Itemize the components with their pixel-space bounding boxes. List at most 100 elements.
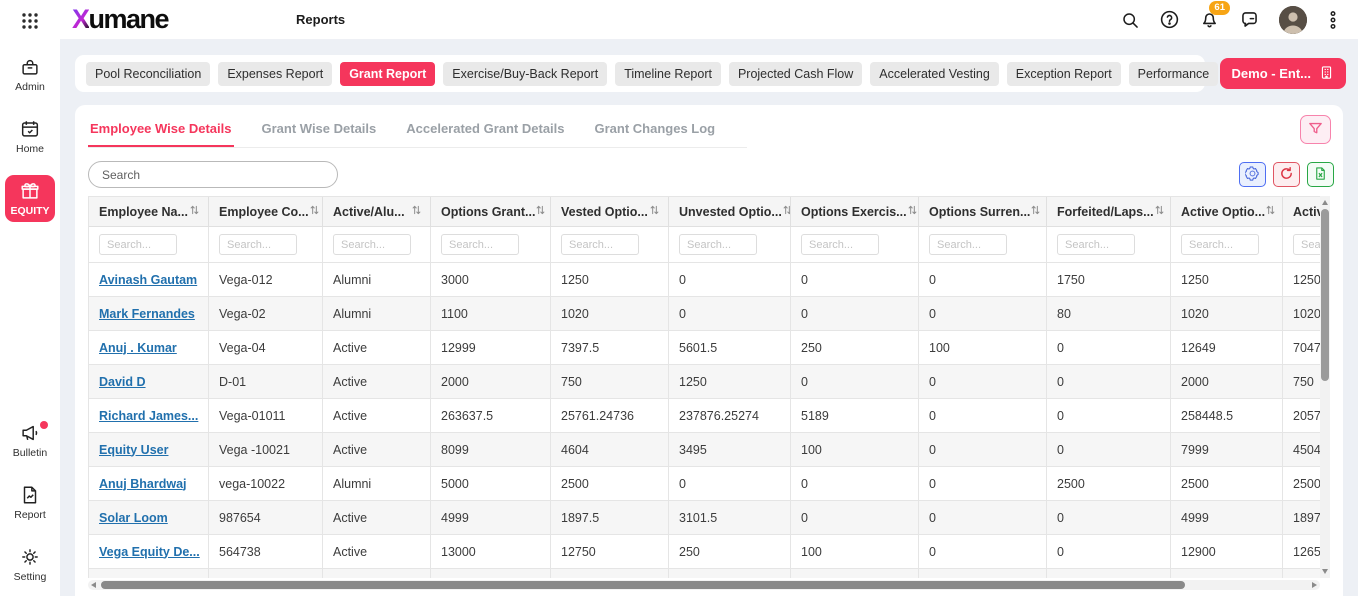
column-header[interactable]: Options Grant... [431,197,551,227]
vertical-scrollbar[interactable] [1320,196,1330,578]
sidebar-item-home[interactable]: Home [5,113,55,160]
column-search-input[interactable] [1293,234,1320,255]
table-cell: 1020 [1283,297,1320,331]
entity-selector-button[interactable]: Demo - Ent... [1220,58,1346,89]
employee-name-link[interactable]: Anuj Bhardwaj [99,477,187,491]
table-search-input[interactable] [88,161,338,188]
app-logo[interactable]: Xumane [72,4,168,35]
column-header[interactable]: Forfeited/Laps... [1047,197,1171,227]
column-search-input[interactable] [929,234,1007,255]
column-search-input[interactable] [219,234,297,255]
more-options-kebab-icon[interactable] [1326,9,1340,31]
sidebar-item-admin[interactable]: Admin [5,51,55,98]
column-search-input[interactable] [561,234,639,255]
export-excel-button[interactable] [1307,162,1334,187]
sidebar-item-setting[interactable]: Setting [5,541,55,588]
top-header: Xumane Reports 61 [60,0,1358,40]
column-header[interactable]: Options Surren... [919,197,1047,227]
column-header[interactable]: Employee Na... [89,197,209,227]
column-search-input[interactable] [99,234,177,255]
column-header[interactable]: Vested Optio... [551,197,669,227]
employee-name-link[interactable]: Solar Loom [99,511,168,525]
column-settings-button[interactable] [1239,162,1266,187]
sub-tab[interactable]: Grant Changes Log [593,119,718,147]
sidebar-item-bulletin[interactable]: Bulletin [5,417,55,464]
sidebar-item-report[interactable]: Report [5,479,55,526]
employee-name-link[interactable]: Equity User [99,443,168,457]
employee-name-link[interactable]: David D [99,375,146,389]
sort-icon[interactable] [1154,204,1165,219]
sort-icon[interactable] [907,204,918,219]
sort-icon[interactable] [1265,204,1276,219]
report-tab-chip[interactable]: Grant Report [340,62,435,86]
employee-name-link[interactable]: Avinash Gautam [99,273,197,287]
report-tab-chip[interactable]: Projected Cash Flow [729,62,862,86]
table-cell: Active [323,433,431,467]
filter-button[interactable] [1300,115,1331,144]
report-tab-chip[interactable]: Accelerated Vesting [870,62,999,86]
table-cell: 934 [209,569,323,578]
report-tab-chip[interactable]: Exception Report [1007,62,1121,86]
scroll-down-arrow[interactable] [1322,569,1328,574]
employee-name-link[interactable]: Vega Equity De... [99,545,200,559]
table-cell: vega-10022 [209,467,323,501]
table-cell: 5601.5 [669,331,791,365]
app-launcher-icon[interactable] [20,11,40,36]
table-row: Ashwin934Active30001160184000030001160 [89,569,1320,578]
chat-icon[interactable] [1239,9,1260,30]
column-search-input[interactable] [1057,234,1135,255]
sort-icon[interactable] [309,204,320,219]
vertical-scroll-thumb[interactable] [1321,209,1329,381]
report-type-tabs: Pool Reconciliation Expenses Report Grant … [75,55,1205,92]
column-search-input[interactable] [1181,234,1259,255]
logo-text: umane [89,4,169,35]
report-tab-chip[interactable]: Expenses Report [218,62,332,86]
notifications-bell-icon[interactable]: 61 [1199,9,1220,30]
table-cell: 0 [919,569,1047,578]
column-search-input[interactable] [679,234,757,255]
table-cell: 7047.5 [1283,331,1320,365]
column-search-input[interactable] [333,234,411,255]
column-header[interactable]: Active Optio... [1171,197,1283,227]
search-icon[interactable] [1120,10,1140,30]
column-search-input[interactable] [441,234,519,255]
sort-icon[interactable] [411,204,422,219]
column-header[interactable]: Employee Co... [209,197,323,227]
scroll-left-arrow[interactable] [91,582,96,588]
table-cell: 0 [919,263,1047,297]
table-cell: 0 [919,365,1047,399]
report-tab-chip[interactable]: Pool Reconciliation [86,62,210,86]
sort-icon[interactable] [782,204,791,219]
column-search-input[interactable] [801,234,879,255]
column-header[interactable]: Active/Alu... [323,197,431,227]
employee-name-link[interactable]: Richard James... [99,409,198,423]
column-header[interactable]: Options Exercis... [791,197,919,227]
horizontal-scrollbar[interactable] [88,580,1320,590]
sub-tab[interactable]: Grant Wise Details [260,119,379,147]
column-header[interactable]: Active [1283,197,1320,227]
report-tab-chip[interactable]: Exercise/Buy-Back Report [443,62,607,86]
table-cell: 5189 [791,399,919,433]
employee-name-link[interactable]: Anuj . Kumar [99,341,177,355]
scroll-up-arrow[interactable] [1322,200,1328,205]
refresh-button[interactable] [1273,162,1300,187]
sub-tab[interactable]: Employee Wise Details [88,119,234,147]
sort-icon[interactable] [649,204,660,219]
scroll-right-arrow[interactable] [1312,582,1317,588]
table-row: Anuj Bhardwajvega-10022Alumni50002500000… [89,467,1320,501]
table-cell: 0 [919,399,1047,433]
report-tab-chip[interactable]: Performance [1129,62,1219,86]
sub-tab[interactable]: Accelerated Grant Details [404,119,566,147]
column-header[interactable]: Unvested Optio... [669,197,791,227]
table-cell: Solar Loom [89,501,209,535]
user-avatar[interactable] [1279,6,1307,34]
table-cell: 1160 [551,569,669,578]
employee-name-link[interactable]: Mark Fernandes [99,307,195,321]
sidebar-item-equity[interactable]: EQUITY [5,175,55,222]
sort-icon[interactable] [189,204,200,219]
sort-icon[interactable] [535,204,546,219]
horizontal-scroll-thumb[interactable] [101,581,1185,589]
sort-icon[interactable] [1030,204,1041,219]
help-icon[interactable] [1159,9,1180,30]
report-tab-chip[interactable]: Timeline Report [615,62,721,86]
